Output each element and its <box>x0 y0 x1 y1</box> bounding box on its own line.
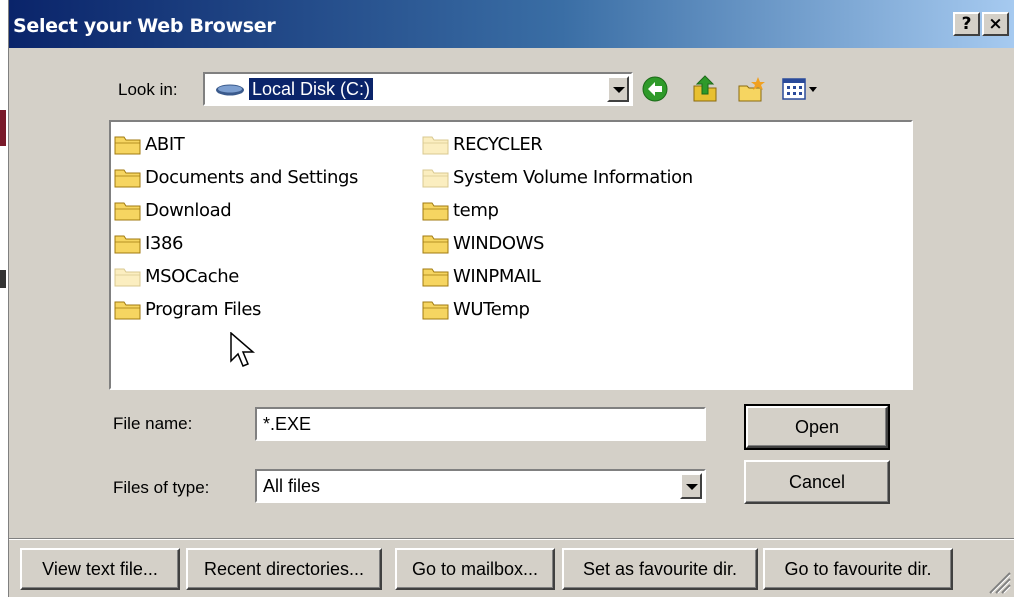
folder-name: Download <box>145 199 232 221</box>
folder-name: WINPMAIL <box>453 265 541 287</box>
mouse-cursor-icon <box>230 332 256 367</box>
files-of-type-dropdown-button[interactable] <box>680 473 702 499</box>
folder-name: System Volume Information <box>453 166 693 188</box>
bottom-action-button[interactable]: View text file... <box>20 548 180 590</box>
folder-icon <box>113 198 143 222</box>
bottom-separator <box>9 538 1014 540</box>
new-folder-icon[interactable] <box>736 74 766 104</box>
folder-name: Program Files <box>145 298 261 320</box>
background-window-edge <box>0 0 9 597</box>
folder-item[interactable]: Download <box>113 196 232 224</box>
open-button[interactable]: Open <box>744 404 890 450</box>
look-in-combo[interactable]: Local Disk (C:) <box>203 72 633 106</box>
folder-item[interactable]: WINDOWS <box>421 229 544 257</box>
folder-icon <box>421 297 451 321</box>
folder-item[interactable]: MSOCache <box>113 262 239 290</box>
folder-item[interactable]: WINPMAIL <box>421 262 541 290</box>
folder-icon <box>113 132 143 156</box>
file-name-label: File name: <box>113 414 193 433</box>
dialog-title: Select your Web Browser <box>13 15 276 37</box>
folder-icon <box>421 198 451 222</box>
background-edge-mark <box>0 110 6 146</box>
folder-item[interactable]: Program Files <box>113 295 261 323</box>
folder-item[interactable]: System Volume Information <box>421 163 693 191</box>
folder-item[interactable]: I386 <box>113 229 183 257</box>
folder-name: MSOCache <box>145 265 239 287</box>
bottom-action-button[interactable]: Set as favourite dir. <box>562 548 758 590</box>
files-of-type-value: All files <box>263 476 321 496</box>
folder-icon <box>113 231 143 255</box>
close-button[interactable]: × <box>982 12 1009 36</box>
view-menu-icon[interactable] <box>780 74 820 104</box>
help-button[interactable]: ? <box>953 12 980 36</box>
files-of-type-select[interactable]: All files <box>255 469 706 503</box>
look-in-label: Look in: <box>118 80 178 99</box>
folder-name: temp <box>453 199 499 221</box>
look-in-dropdown-button[interactable] <box>607 76 629 102</box>
cancel-button[interactable]: Cancel <box>744 460 890 504</box>
up-folder-icon[interactable] <box>690 74 720 104</box>
look-in-value: Local Disk (C:) <box>247 77 375 101</box>
folder-icon <box>113 264 143 288</box>
folder-name: RECYCLER <box>453 133 543 155</box>
folder-item[interactable]: ABIT <box>113 130 185 158</box>
resize-grip-icon[interactable] <box>986 569 1012 595</box>
folder-icon <box>421 165 451 189</box>
back-icon[interactable] <box>640 74 670 104</box>
file-name-input[interactable]: *.EXE <box>255 407 706 441</box>
folder-icon <box>113 297 143 321</box>
folder-icon <box>421 264 451 288</box>
folder-name: WINDOWS <box>453 232 545 254</box>
bottom-action-button[interactable]: Go to favourite dir. <box>763 548 953 590</box>
folder-icon <box>113 165 143 189</box>
folder-item[interactable]: temp <box>421 196 499 224</box>
background-edge-mark <box>0 270 6 288</box>
disk-icon <box>216 84 244 96</box>
folder-item[interactable]: WUTemp <box>421 295 530 323</box>
folder-name: I386 <box>145 232 184 254</box>
folder-item[interactable]: RECYCLER <box>421 130 543 158</box>
folder-icon <box>421 132 451 156</box>
folder-name: Documents and Settings <box>145 166 358 188</box>
folder-icon <box>421 231 451 255</box>
bottom-action-button[interactable]: Go to mailbox... <box>395 548 555 590</box>
title-bar[interactable]: Select your Web Browser ? × <box>9 0 1014 50</box>
bottom-action-button[interactable]: Recent directories... <box>186 548 382 590</box>
folder-name: ABIT <box>145 133 185 155</box>
folder-item[interactable]: Documents and Settings <box>113 163 358 191</box>
file-name-value: *.EXE <box>263 414 312 434</box>
folder-name: WUTemp <box>453 298 530 320</box>
files-of-type-label: Files of type: <box>113 478 210 497</box>
